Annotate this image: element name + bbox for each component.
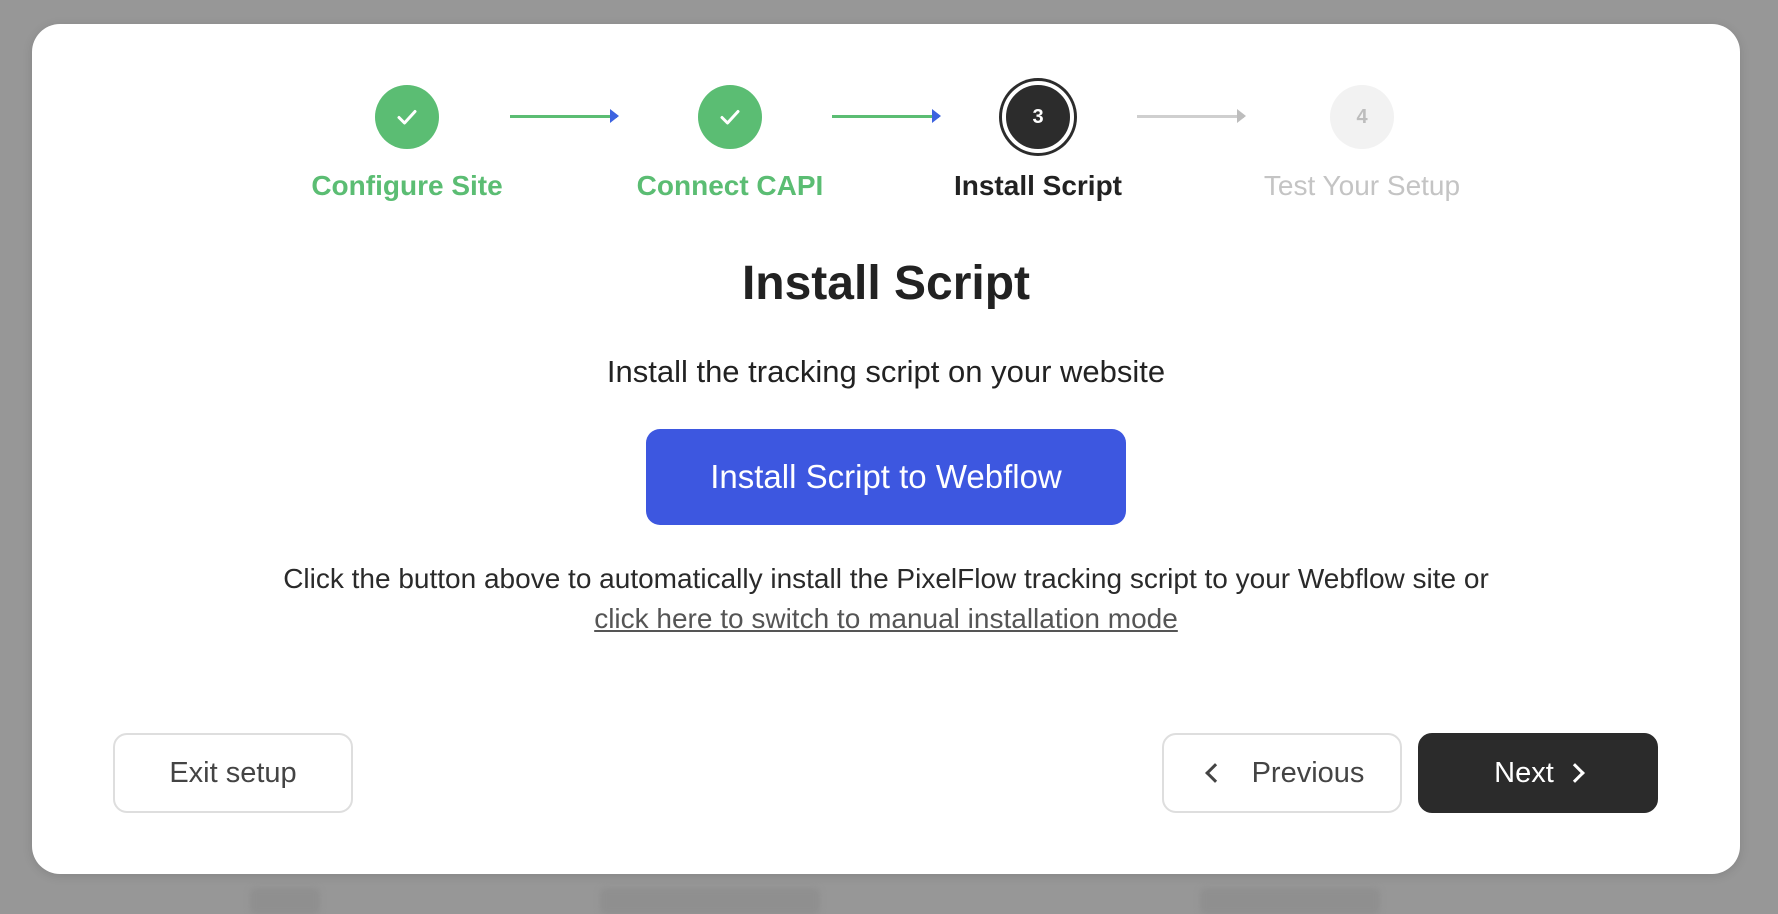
help-text-block: Click the button above to automatically …	[32, 559, 1740, 639]
check-icon	[720, 110, 740, 125]
stepper: Configure Site Connect CAPI 3 Install Sc…	[32, 24, 1740, 224]
help-text: Click the button above to automatically …	[283, 563, 1489, 594]
manual-install-link[interactable]: click here to switch to manual installat…	[594, 603, 1178, 634]
step-future-circle: 4	[1330, 85, 1394, 149]
chevron-right-icon	[1564, 763, 1585, 783]
install-script-button[interactable]: Install Script to Webflow	[646, 429, 1126, 525]
step-complete-circle	[375, 85, 439, 149]
step-connector	[832, 109, 941, 123]
step-label: Connect CAPI	[636, 170, 824, 201]
page-title: Install Script	[741, 257, 1031, 310]
background-blur	[250, 888, 320, 914]
arrow-head-icon	[932, 109, 941, 123]
previous-label: Previous	[1251, 756, 1365, 789]
step-complete-circle	[698, 85, 762, 149]
arrow-head-icon	[1237, 109, 1246, 123]
exit-setup-label: Exit setup	[169, 756, 297, 789]
background-blur	[1200, 888, 1380, 914]
setup-modal: Configure Site Connect CAPI 3 Install Sc…	[32, 24, 1740, 874]
next-label: Next	[1494, 756, 1554, 789]
background-blur	[600, 888, 820, 914]
previous-button[interactable]: Previous	[1162, 733, 1402, 813]
exit-setup-button[interactable]: Exit setup	[113, 733, 353, 813]
step-connector	[510, 109, 619, 123]
step-label: Install Script	[953, 170, 1123, 201]
step-label: Configure Site	[311, 170, 503, 201]
check-icon	[397, 110, 417, 125]
page-subtitle: Install the tracking script on your webs…	[606, 354, 1166, 389]
chevron-left-icon	[1204, 763, 1225, 783]
next-button[interactable]: Next	[1418, 733, 1658, 813]
step-label: Test Your Setup	[1263, 170, 1461, 201]
step-current-circle: 3	[1002, 81, 1074, 153]
step-connector	[1137, 109, 1246, 123]
arrow-head-icon	[610, 109, 619, 123]
